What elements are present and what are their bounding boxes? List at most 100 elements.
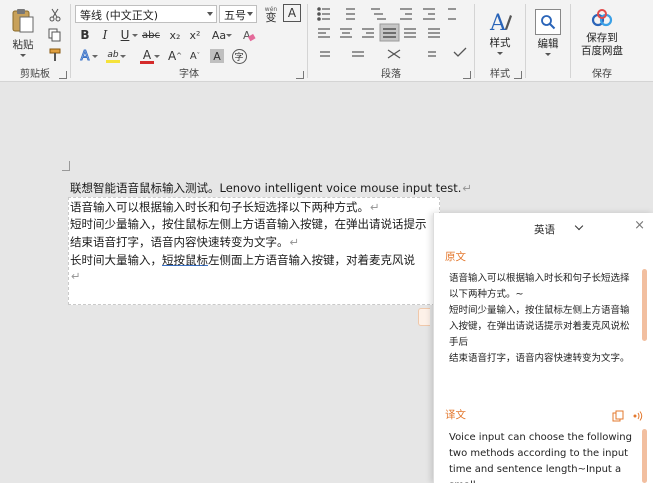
clear-format-button[interactable]: A xyxy=(239,26,259,44)
speaker-icon[interactable] xyxy=(632,407,644,426)
align-right-button[interactable] xyxy=(358,24,378,42)
align-center-button[interactable] xyxy=(336,24,356,42)
paragraph-group: 段落 xyxy=(308,0,474,82)
bold-button[interactable]: B xyxy=(75,26,95,44)
target-text[interactable]: Voice input can choose the following two… xyxy=(449,430,639,483)
baidu-cloud-icon xyxy=(591,9,613,27)
char-border-button[interactable]: A xyxy=(283,4,301,22)
source-line: 短时间少量输入，按住鼠标左侧上方语音输 xyxy=(449,305,630,316)
shrink-font-button[interactable]: Aˇ xyxy=(185,47,205,65)
source-text[interactable]: 语音输入可以根据输入时长和句子长短选择 以下两种方式。~ 短时间少量输入，按住鼠… xyxy=(449,271,639,367)
chevron-down-icon xyxy=(247,12,253,16)
paragraph-launcher-icon[interactable] xyxy=(463,71,471,79)
source-line: 以下两种方式。~ xyxy=(449,289,524,300)
font-name-select[interactable]: 等线 (中文正文) xyxy=(75,5,217,23)
bullets-button[interactable] xyxy=(312,3,338,21)
underline-label: U xyxy=(120,28,130,42)
shading-button[interactable] xyxy=(316,46,336,64)
decrease-indent-button[interactable] xyxy=(398,3,418,21)
underline-button[interactable]: U xyxy=(115,26,138,44)
superscript-button[interactable]: x² xyxy=(185,26,205,44)
show-marks-button[interactable] xyxy=(424,46,444,64)
doc-line-6[interactable]: ↵ xyxy=(70,269,81,283)
chevron-down-icon xyxy=(207,12,213,16)
align-left-button[interactable] xyxy=(314,24,334,42)
source-line: 语音输入可以根据输入时长和句子长短选择 xyxy=(449,273,630,284)
clipboard-group: 粘贴 剪贴板 xyxy=(0,0,70,82)
copy-button[interactable] xyxy=(45,26,65,44)
target-line: time and sentence length~Input a small xyxy=(449,464,622,483)
font-color-icon: A xyxy=(140,49,154,64)
highlight-swatch xyxy=(106,59,120,63)
doc-line-1[interactable]: 联想智能语音鼠标输入测试。Lenovo intelligent voice mo… xyxy=(70,180,472,196)
editing-button[interactable]: 编辑 xyxy=(530,4,566,60)
close-icon[interactable]: × xyxy=(634,218,645,233)
distributed-button[interactable] xyxy=(402,24,422,42)
grow-font-button[interactable]: A ^ xyxy=(165,47,185,65)
paragraph-check-button[interactable] xyxy=(450,46,470,64)
translator-tab-handle[interactable] xyxy=(418,308,430,326)
save-group: 保存到 百度网盘 保存 xyxy=(571,0,633,82)
justify-button[interactable] xyxy=(380,24,400,42)
copy-icon[interactable] xyxy=(612,407,624,426)
font-color-button[interactable]: A xyxy=(137,47,160,65)
editing-label: 编辑 xyxy=(537,37,559,50)
save-to-baidu-button[interactable]: 保存到 百度网盘 xyxy=(575,5,629,61)
italic-button[interactable]: I xyxy=(95,26,115,44)
clipboard-launcher-icon[interactable] xyxy=(59,71,67,79)
source-line: 结束语音打字，语音内容快速转变为文字。 xyxy=(449,353,630,364)
doc-line-5[interactable]: 长时间大量输入，短按鼠标左侧面上方语音输入按键，对着麦克风说 xyxy=(70,252,432,268)
language-select[interactable]: 英语 xyxy=(524,217,594,237)
subscript-button[interactable]: x₂ xyxy=(165,26,185,44)
source-line: 入按键，在弹出请说话提示对着麦克风说松 xyxy=(449,321,630,332)
chevron-down-icon xyxy=(574,221,584,231)
line-spacing-button[interactable] xyxy=(426,24,446,42)
cut-button[interactable] xyxy=(45,6,65,24)
doc-line-5-pre: 长时间大量输入， xyxy=(70,253,162,267)
borders-button[interactable] xyxy=(348,46,368,64)
font-name-value: 等线 (中文正文) xyxy=(80,9,159,22)
numbering-button[interactable] xyxy=(340,3,366,21)
paragraph-group-label: 段落 xyxy=(381,69,401,80)
styles-launcher-icon[interactable] xyxy=(514,71,522,79)
paste-button[interactable]: 粘贴 xyxy=(6,6,40,58)
doc-line-2[interactable]: 语音输入可以根据输入时长和句子长短选择以下两种方式。↵ xyxy=(70,199,380,215)
format-painter-icon xyxy=(49,48,61,61)
shrink-font-label: A xyxy=(189,50,197,62)
doc-line-5-underlined: 短按鼠标 xyxy=(162,253,208,267)
save-label-line1: 保存到 xyxy=(586,32,618,44)
doc-line-3[interactable]: 短时间少量输入，按住鼠标左侧上方语音输入按键，在弹出请说话提示 xyxy=(70,216,432,232)
search-icon xyxy=(535,8,561,35)
phonetic-guide-button[interactable]: wén 变 xyxy=(261,4,281,24)
highlight-button[interactable]: ab xyxy=(103,47,126,65)
font-color-swatch xyxy=(140,60,154,64)
doc-line-4[interactable]: 结束语音打字，语音内容快速转变为文字。↵ xyxy=(70,234,299,250)
sort-button[interactable] xyxy=(384,46,404,64)
styles-button[interactable]: A 样式 xyxy=(481,5,519,59)
font-size-select[interactable]: 五号 xyxy=(219,5,257,23)
enclose-char-button[interactable]: 字 xyxy=(229,47,249,65)
increase-indent-button[interactable] xyxy=(420,3,440,21)
highlight-label: ab xyxy=(107,49,119,60)
strikethrough-button[interactable]: abc xyxy=(141,26,161,44)
chinese-layout-button[interactable] xyxy=(444,3,464,21)
format-painter-button[interactable] xyxy=(45,46,65,64)
ribbon: 粘贴 剪贴板 等线 (中文正文) 五号 wén 变 A B I U abc x₂… xyxy=(0,0,653,82)
multilevel-list-button[interactable] xyxy=(368,3,394,21)
language-label: 英语 xyxy=(534,224,555,236)
chevron-down-icon xyxy=(497,52,503,55)
save-group-label: 保存 xyxy=(592,69,612,80)
font-launcher-icon[interactable] xyxy=(296,71,304,79)
paste-label: 粘贴 xyxy=(12,38,34,51)
change-case-button[interactable]: Aa xyxy=(209,26,232,44)
save-label-line2: 百度网盘 xyxy=(581,45,623,57)
text-effects-button[interactable]: A xyxy=(75,47,98,65)
font-color-label: A xyxy=(142,47,152,62)
source-scrollbar[interactable] xyxy=(642,269,647,341)
target-scrollbar[interactable] xyxy=(642,429,647,483)
char-shading-button[interactable]: A xyxy=(207,47,227,65)
highlight-icon: ab xyxy=(106,50,120,63)
change-case-label: Aa xyxy=(211,28,227,42)
font-group-label: 字体 xyxy=(179,69,199,80)
styles-label: 样式 xyxy=(489,37,511,49)
